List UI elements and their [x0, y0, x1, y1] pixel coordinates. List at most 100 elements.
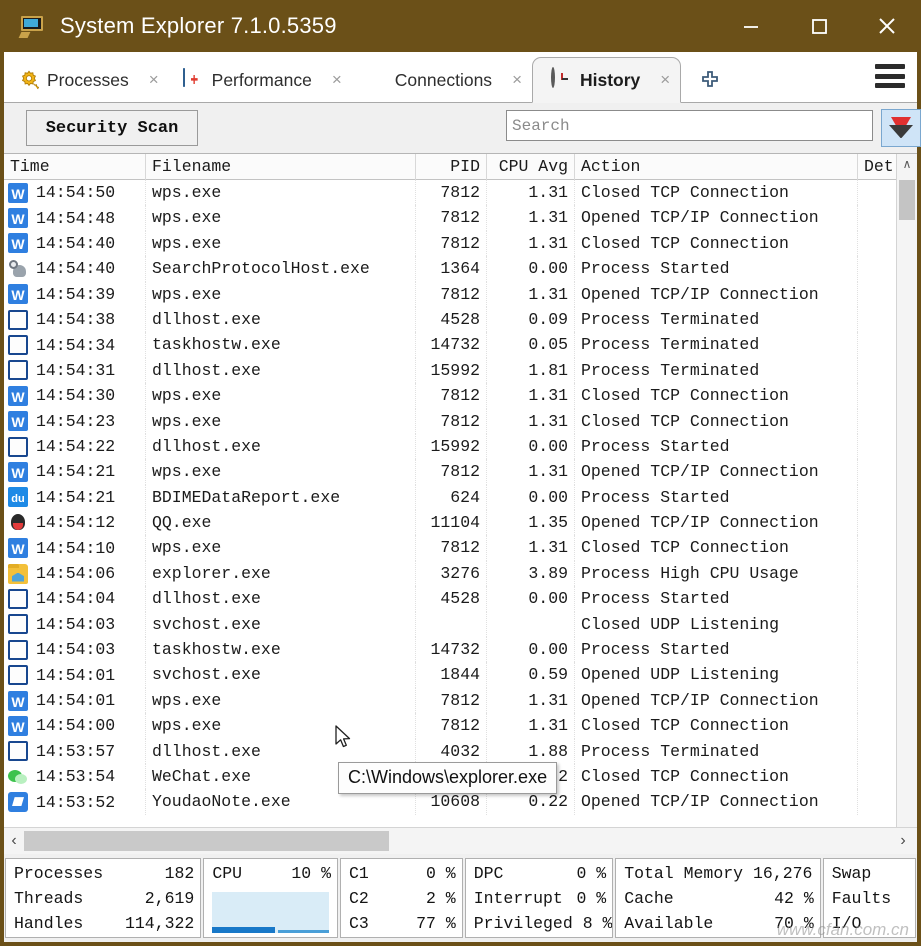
column-header-cpu-avg[interactable]: CPU Avg: [487, 153, 575, 180]
core-value: 77 %: [416, 914, 456, 933]
table-row[interactable]: 14:54:34 taskhostw.exe 14732 0.05 Process Te…: [4, 332, 917, 358]
tab-history[interactable]: History ×: [532, 57, 682, 103]
row-pid: 624: [416, 484, 487, 511]
column-header-filename[interactable]: Filename: [146, 153, 416, 180]
tab-close-icon[interactable]: ×: [660, 70, 670, 90]
search-input[interactable]: [507, 115, 872, 136]
table-row[interactable]: 14:54:40 wps.exe78121.31Closed TCP Connec…: [4, 230, 917, 257]
row-pid: 14732: [416, 637, 487, 663]
wps-icon: [8, 232, 28, 256]
row-time: 14:54:04: [36, 589, 116, 609]
table-row[interactable]: 14:54:48 wps.exe78121.31Opened TCP/IP Con…: [4, 205, 917, 231]
scroll-right-arrow-icon[interactable]: ›: [893, 832, 913, 850]
table-row[interactable]: 14:54:03 svchost.exe Closed UDP Listening: [4, 611, 917, 638]
table-row[interactable]: 14:54:50 wps.exe78121.31Closed TCP Connec…: [4, 180, 917, 206]
row-filename: wps.exe: [146, 408, 416, 434]
row-filename: dllhost.exe: [146, 738, 416, 764]
row-action: Process Terminated: [575, 357, 858, 384]
maximize-button[interactable]: [785, 0, 853, 52]
row-filename: dllhost.exe: [146, 306, 416, 333]
row-time: 14:54:40: [36, 259, 116, 279]
table-row[interactable]: 14:54:00 wps.exe78121.31Closed TCP Connec…: [4, 713, 917, 739]
table-row[interactable]: 14:54:03 taskhostw.exe 14732 0.00 Process St…: [4, 637, 917, 663]
window-icon: [8, 741, 28, 762]
tab-performance[interactable]: Performance ×: [169, 58, 352, 102]
processes-label: Processes: [14, 864, 104, 883]
search-box[interactable]: [506, 110, 873, 141]
table-row[interactable]: 14:54:39 wps.exe78121.31Opened TCP/IP Con…: [4, 281, 917, 307]
table-row[interactable]: 14:54:21 wps.exe78121.31Opened TCP/IP Con…: [4, 459, 917, 485]
table-row[interactable]: 14:54:06 explorer.exe 3276 3.89 Process High…: [4, 560, 917, 587]
row-pid: 3276: [416, 560, 487, 587]
column-header-action[interactable]: Action: [575, 153, 858, 180]
chart-icon: [182, 68, 205, 91]
tab-close-icon[interactable]: ×: [332, 70, 342, 90]
grid-header-row: Time Filename PID CPU Avg Action Det: [4, 153, 917, 180]
row-time: 14:54:40: [36, 233, 116, 253]
vertical-scrollbar-thumb[interactable]: [899, 180, 915, 220]
table-row[interactable]: 14:54:01 svchost.exe 1844 0.59 Opened UDP Li…: [4, 662, 917, 688]
vertical-scrollbar[interactable]: ∧ ∨: [896, 154, 917, 854]
horizontal-scrollbar-thumb[interactable]: [24, 831, 389, 851]
table-row[interactable]: 14:54:40 SearchProtocolHost.exe 1364 0.00 Pr…: [4, 256, 917, 282]
row-action: Process Started: [575, 586, 858, 612]
table-row[interactable]: 14:53:57 dllhost.exe 4032 1.88 Process Termi…: [4, 738, 917, 764]
column-header-time[interactable]: Time: [4, 153, 146, 180]
wechat-icon: [8, 767, 28, 787]
close-button[interactable]: [853, 0, 921, 52]
window-title: System Explorer 7.1.0.5359: [60, 13, 337, 38]
security-scan-button[interactable]: Security Scan: [26, 110, 198, 146]
table-row[interactable]: 14:54:10 wps.exe78121.31Closed TCP Connec…: [4, 535, 917, 561]
qq-icon: [8, 513, 28, 533]
row-time: 14:54:00: [36, 716, 116, 736]
globe-icon: [366, 69, 388, 91]
table-row[interactable]: 14:54:21 BDIMEDataReport.exe6240.00Proces…: [4, 484, 917, 511]
faults-label: Faults: [831, 889, 892, 908]
path-tooltip: C:\Windows\explorer.exe: [338, 762, 558, 794]
table-row[interactable]: 14:54:12 QQ.exe 11104 1.35 Opened TCP/IP Con…: [4, 510, 917, 536]
tab-close-icon[interactable]: ×: [149, 70, 159, 90]
tab-label: Processes: [47, 69, 129, 90]
scroll-up-arrow-icon[interactable]: ∧: [897, 154, 917, 174]
window-icon: [8, 335, 28, 356]
table-row[interactable]: 14:54:04 dllhost.exe 4528 0.00 Process Start…: [4, 586, 917, 612]
core-value: 0 %: [426, 864, 456, 883]
row-action: Process Started: [575, 484, 858, 511]
tab-processes[interactable]: Processes ×: [4, 58, 169, 102]
table-row[interactable]: 14:54:01 wps.exe78121.31Opened TCP/IP Con…: [4, 687, 917, 714]
row-time: 14:54:22: [36, 437, 116, 457]
row-pid: 7812: [416, 535, 487, 561]
table-row[interactable]: 14:54:30 wps.exe78121.31Closed TCP Connec…: [4, 383, 917, 409]
interrupt-value: 0 %: [576, 889, 607, 908]
row-action: Closed TCP Connection: [575, 713, 858, 739]
column-header-pid[interactable]: PID: [416, 153, 487, 180]
row-filename: taskhostw.exe: [146, 332, 416, 358]
row-filename: dllhost.exe: [146, 586, 416, 612]
new-tab-button[interactable]: [693, 58, 727, 102]
tab-close-icon[interactable]: ×: [512, 70, 522, 90]
scroll-left-arrow-icon[interactable]: ‹: [4, 832, 24, 850]
horizontal-scrollbar[interactable]: ‹ ›: [4, 827, 917, 854]
hamburger-menu-icon[interactable]: [875, 64, 905, 88]
wps-icon: [8, 182, 28, 205]
row-filename: wps.exe: [146, 205, 416, 231]
total-memory-value: 16,276 MB: [753, 864, 820, 883]
row-pid: 7812: [416, 408, 487, 434]
row-cpu-avg: 0.00: [487, 637, 575, 663]
row-cpu-avg: 1.31: [487, 408, 575, 434]
wps-icon: [8, 283, 28, 307]
row-filename: wps.exe: [146, 281, 416, 307]
table-row[interactable]: 14:54:23 wps.exe78121.31Closed TCP Connec…: [4, 408, 917, 434]
table-row[interactable]: 14:54:22 dllhost.exe 15992 0.00 Process Star…: [4, 433, 917, 460]
row-action: Process Started: [575, 256, 858, 282]
row-action: Opened TCP/IP Connection: [575, 281, 858, 307]
table-row[interactable]: 14:54:31 dllhost.exe 15992 1.81 Process Term…: [4, 357, 917, 384]
processes-value: 182: [164, 864, 195, 883]
filter-button[interactable]: [881, 109, 921, 147]
window-icon: [8, 436, 28, 457]
table-row[interactable]: 14:54:38 dllhost.exe 4528 0.09 Process Termi…: [4, 306, 917, 333]
row-action: Closed UDP Listening: [575, 611, 858, 638]
row-action: Process Started: [575, 637, 858, 663]
minimize-button[interactable]: [717, 0, 785, 52]
tab-connections[interactable]: Connections ×: [352, 58, 532, 102]
